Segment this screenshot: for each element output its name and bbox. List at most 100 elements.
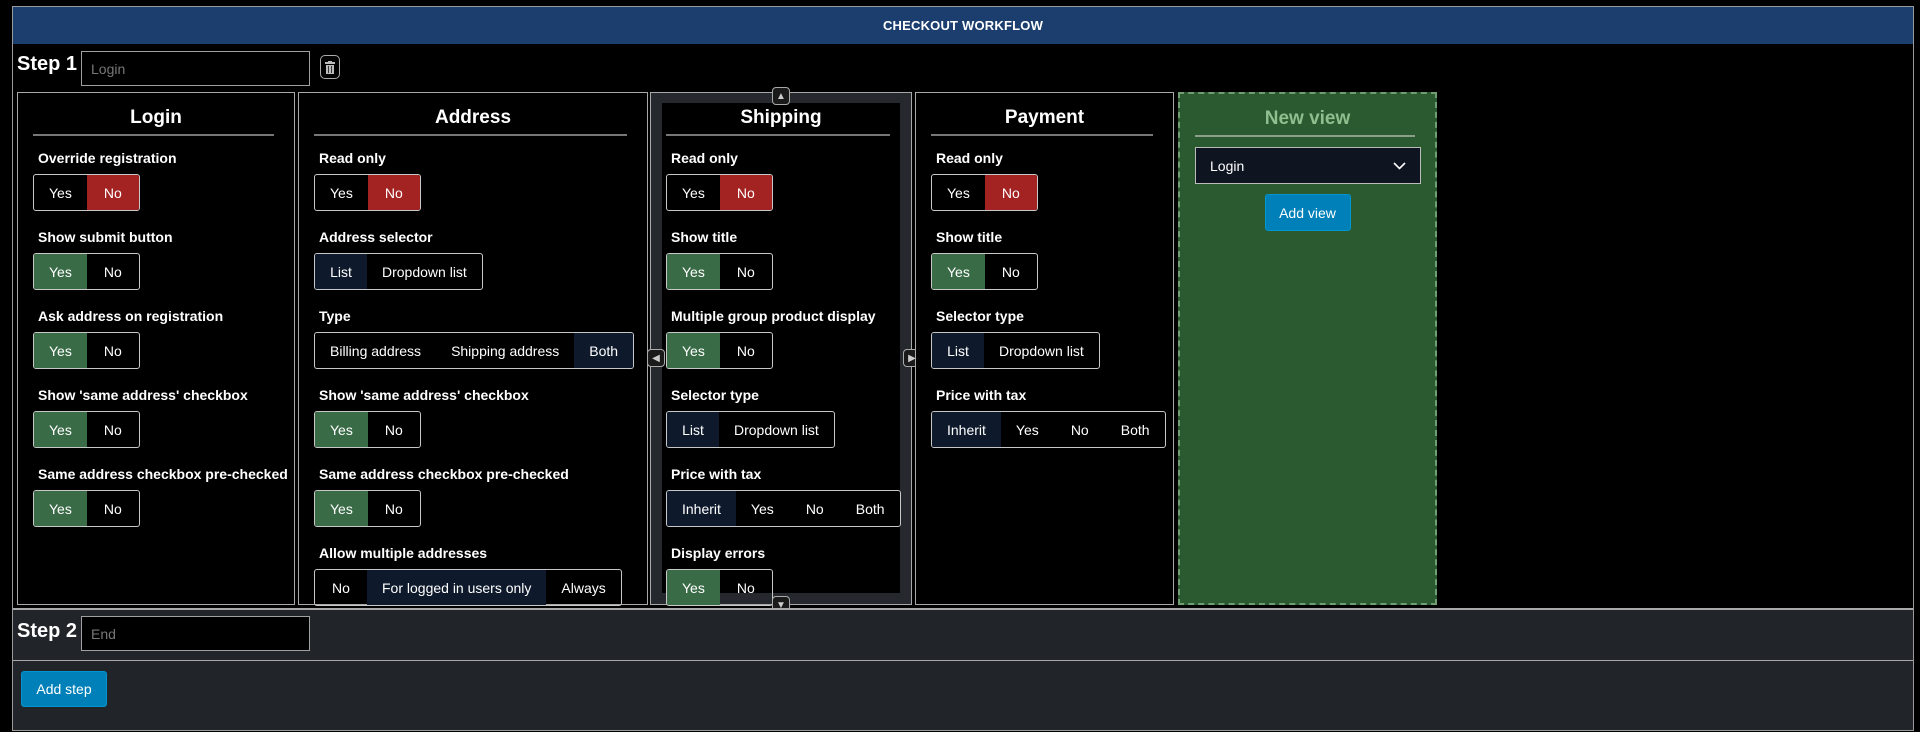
chevron-down-icon bbox=[1393, 161, 1406, 170]
setting-label: Read only bbox=[671, 150, 738, 166]
option-no[interactable]: No bbox=[87, 491, 139, 526]
setting-label: Type bbox=[319, 308, 351, 324]
option-no[interactable]: No bbox=[720, 254, 772, 289]
move-up-button[interactable]: ▲ bbox=[772, 87, 790, 105]
step-2-name-input[interactable] bbox=[81, 616, 310, 651]
toggle-show-title: Yes No bbox=[931, 253, 1038, 290]
setting-label: Show 'same address' checkbox bbox=[319, 387, 529, 403]
toggle-ask-address-on-registration: Yes No bbox=[33, 332, 140, 369]
option-no[interactable]: No bbox=[1054, 412, 1106, 447]
option-list[interactable]: List bbox=[667, 412, 719, 447]
add-view-button[interactable]: Add view bbox=[1264, 194, 1351, 231]
add-step-button[interactable]: Add step bbox=[21, 671, 107, 707]
setting-label: Read only bbox=[936, 150, 1003, 166]
option-no[interactable]: No bbox=[984, 175, 1037, 210]
setting-label: Same address checkbox pre-checked bbox=[38, 466, 288, 482]
option-always[interactable]: Always bbox=[546, 570, 620, 605]
option-no[interactable]: No bbox=[367, 175, 420, 210]
option-yes[interactable]: Yes bbox=[932, 175, 985, 210]
column-title: Address bbox=[434, 107, 512, 128]
option-yes[interactable]: Yes bbox=[667, 333, 720, 368]
option-no[interactable]: No bbox=[720, 333, 772, 368]
option-for-logged-in-users-only[interactable]: For logged in users only bbox=[367, 570, 547, 605]
option-no[interactable]: No bbox=[368, 412, 420, 447]
option-yes[interactable]: Yes bbox=[667, 570, 720, 605]
toggle-read-only: Yes No bbox=[931, 174, 1038, 211]
option-dropdown-list[interactable]: Dropdown list bbox=[367, 254, 482, 289]
toggle-type: Billing address Shipping address Both bbox=[314, 332, 635, 369]
option-no[interactable]: No bbox=[87, 412, 139, 447]
option-yes[interactable]: Yes bbox=[34, 254, 87, 289]
option-dropdown-list[interactable]: Dropdown list bbox=[984, 333, 1099, 368]
setting-label: Selector type bbox=[936, 308, 1024, 324]
trash-icon bbox=[325, 60, 335, 74]
view-column-login[interactable]: Login Override registration Yes No Show subm… bbox=[17, 92, 295, 605]
option-list[interactable]: List bbox=[932, 333, 984, 368]
view-column-payment[interactable]: Payment Read only Yes No Show title Yes No Sele… bbox=[915, 92, 1174, 605]
setting-label: Read only bbox=[319, 150, 386, 166]
option-both[interactable]: Both bbox=[574, 333, 634, 368]
step-2-label: Step 2 bbox=[17, 620, 78, 642]
option-both[interactable]: Both bbox=[841, 491, 900, 526]
step-1-name-input[interactable] bbox=[81, 51, 310, 86]
view-column-shipping[interactable]: Shipping Read only Yes No Show title Yes No Mul… bbox=[647, 87, 921, 614]
option-yes[interactable]: Yes bbox=[34, 491, 87, 526]
toggle-show-same-address-checkbox: Yes No bbox=[33, 411, 140, 448]
setting-label: Address selector bbox=[319, 229, 433, 245]
toggle-show-same-address-checkbox: Yes No bbox=[314, 411, 421, 448]
toggle-allow-multiple-addresses: No For logged in users only Always bbox=[314, 569, 622, 606]
option-yes[interactable]: Yes bbox=[1001, 412, 1054, 447]
select-value: Login bbox=[1210, 157, 1245, 174]
option-yes[interactable]: Yes bbox=[932, 254, 985, 289]
toggle-selector-type: List Dropdown list bbox=[931, 332, 1100, 369]
move-left-button[interactable]: ◀ bbox=[647, 349, 665, 367]
divider bbox=[13, 608, 1913, 610]
toggle-selector-type: List Dropdown list bbox=[666, 411, 835, 448]
option-no[interactable]: No bbox=[86, 175, 139, 210]
option-billing-address[interactable]: Billing address bbox=[315, 333, 436, 368]
new-view-panel: New view Login Add view bbox=[1178, 92, 1437, 605]
view-type-select[interactable]: Login bbox=[1195, 147, 1421, 184]
view-column-address[interactable]: Address Read only Yes No Address selector Lis… bbox=[298, 92, 648, 606]
option-no[interactable]: No bbox=[87, 254, 139, 289]
option-yes[interactable]: Yes bbox=[667, 254, 720, 289]
option-no[interactable]: No bbox=[87, 333, 139, 368]
divider bbox=[1195, 135, 1415, 137]
toggle-address-selector: List Dropdown list bbox=[314, 253, 483, 290]
delete-step-button[interactable] bbox=[320, 55, 340, 79]
step-1-label: Step 1 bbox=[17, 53, 78, 75]
option-no[interactable]: No bbox=[985, 254, 1037, 289]
toggle-price-with-tax: Inherit Yes No Both bbox=[666, 490, 901, 527]
toggle-read-only: Yes No bbox=[314, 174, 421, 211]
chevron-up-icon: ▲ bbox=[776, 90, 786, 102]
column-title: Payment bbox=[1004, 107, 1085, 128]
option-inherit[interactable]: Inherit bbox=[667, 491, 736, 526]
option-yes[interactable]: Yes bbox=[34, 175, 87, 210]
option-yes[interactable]: Yes bbox=[315, 491, 368, 526]
option-dropdown-list[interactable]: Dropdown list bbox=[719, 412, 834, 447]
option-no[interactable]: No bbox=[720, 570, 772, 605]
option-yes[interactable]: Yes bbox=[34, 333, 87, 368]
option-shipping-address[interactable]: Shipping address bbox=[436, 333, 574, 368]
setting-label: Show 'same address' checkbox bbox=[38, 387, 248, 403]
toggle-multiple-group-product-display: Yes No bbox=[666, 332, 773, 369]
setting-label: Same address checkbox pre-checked bbox=[319, 466, 569, 482]
option-yes[interactable]: Yes bbox=[315, 412, 368, 447]
option-both[interactable]: Both bbox=[1106, 412, 1165, 447]
option-list[interactable]: List bbox=[315, 254, 367, 289]
setting-label: Multiple group product display bbox=[671, 308, 876, 324]
option-yes[interactable]: Yes bbox=[667, 175, 720, 210]
option-no[interactable]: No bbox=[789, 491, 841, 526]
setting-label: Selector type bbox=[671, 387, 759, 403]
option-yes[interactable]: Yes bbox=[315, 175, 368, 210]
option-inherit[interactable]: Inherit bbox=[932, 412, 1001, 447]
option-no[interactable]: No bbox=[315, 570, 367, 605]
chevron-left-icon: ◀ bbox=[652, 352, 660, 364]
toggle-override-registration: Yes No bbox=[33, 174, 140, 211]
option-no[interactable]: No bbox=[719, 175, 772, 210]
column-title: Login bbox=[130, 107, 182, 128]
option-yes[interactable]: Yes bbox=[34, 412, 87, 447]
option-yes[interactable]: Yes bbox=[736, 491, 789, 526]
toggle-display-errors: Yes No bbox=[666, 569, 773, 606]
option-no[interactable]: No bbox=[368, 491, 420, 526]
